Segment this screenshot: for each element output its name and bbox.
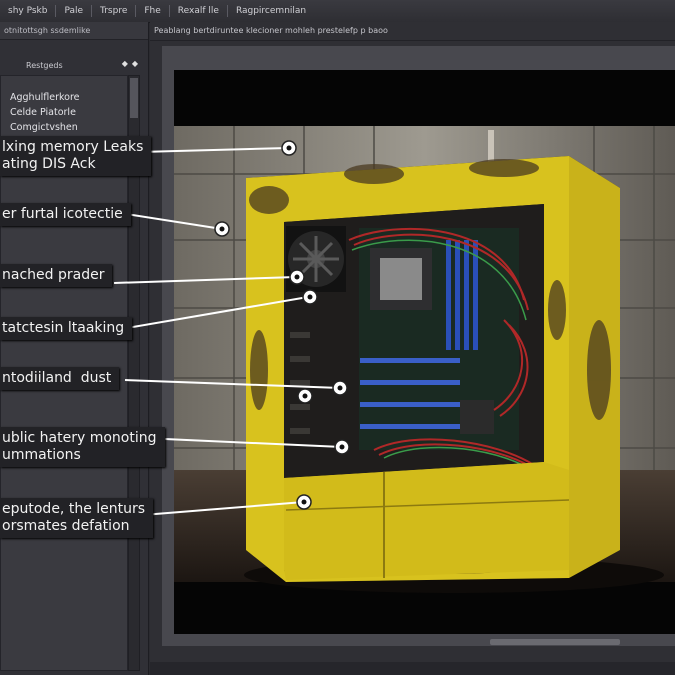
status-bar [150, 662, 675, 675]
callout-label: ntodiiland dust [0, 367, 120, 390]
arrow-right-icon[interactable]: ◆ [132, 59, 138, 68]
document-header: Peablang bertdiruntee klecioner mohleh p… [150, 22, 675, 41]
menu-item-file[interactable]: shy Pskb [0, 6, 55, 16]
panel-nav: ◆ ◆ [122, 59, 138, 68]
left-panel: otnitottsgh ssdemlike Restgeds ◆ ◆ Agghu… [0, 22, 149, 675]
menu-item-tools[interactable]: Fhe [136, 6, 168, 16]
computer-case-image [174, 126, 675, 593]
scrollbar-thumb[interactable] [130, 78, 138, 118]
list-item[interactable]: Agghulflerkore [1, 90, 127, 105]
callout-label: tatctesin ltaaking [0, 317, 133, 340]
arrow-left-icon[interactable]: ◆ [122, 59, 128, 68]
callout-label: ublic hatery monoting ummations [0, 427, 165, 467]
image-viewport[interactable] [174, 70, 675, 634]
menu-item-edit[interactable]: Pale [56, 6, 91, 16]
menu-bar: shy Pskb Pale Trspre Fhe Rexalf lle Ragp… [0, 0, 675, 23]
callout-label: er furtal icotectie [0, 203, 131, 226]
section-title: Restgeds [26, 60, 63, 70]
callout-label: lxing memory Leaks ating DIS Ack [0, 136, 152, 176]
menu-item-window[interactable]: Rexalf lle [170, 6, 227, 16]
list-item[interactable]: Celde Piatorle [1, 105, 127, 120]
list-item[interactable]: Comgictvshen [1, 120, 127, 135]
panel-section-header: Restgeds ◆ ◆ [0, 57, 140, 73]
menu-item-view[interactable]: Trspre [92, 6, 135, 16]
left-panel-header: otnitottsgh ssdemlike [0, 22, 148, 40]
callout-label: eputode, the lenturs orsmates defation [0, 498, 154, 538]
horizontal-scrollbar-thumb[interactable] [490, 639, 620, 645]
callout-label: nached prader [0, 264, 113, 287]
menu-item-help[interactable]: Ragpircemnilan [228, 6, 314, 16]
main-area: Peablang bertdiruntee klecioner mohleh p… [150, 22, 675, 675]
